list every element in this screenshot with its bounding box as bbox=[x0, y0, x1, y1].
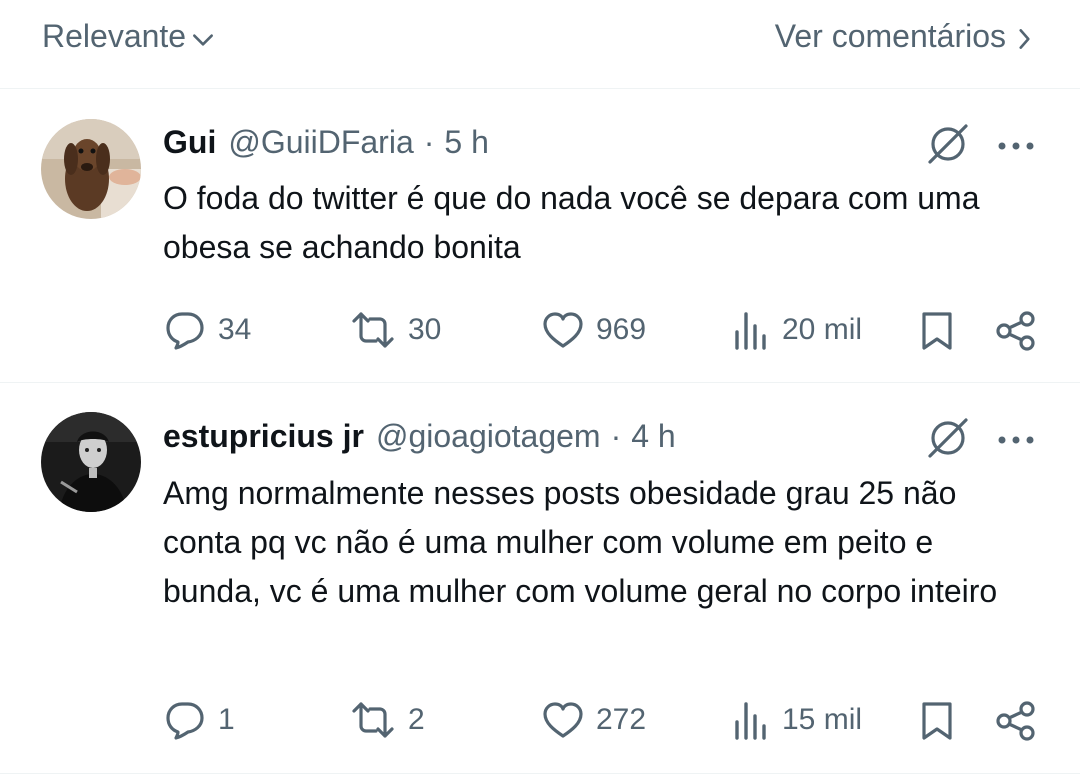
heart-icon bbox=[543, 702, 583, 738]
reply-icon bbox=[166, 702, 204, 740]
views-count: 20 mil bbox=[782, 313, 863, 346]
grok-icon[interactable] bbox=[926, 122, 970, 166]
user-handle[interactable]: @GuiiDFaria bbox=[228, 124, 413, 161]
separator: · bbox=[423, 124, 435, 160]
retweet-icon bbox=[352, 312, 394, 348]
views-count: 15 mil bbox=[782, 703, 863, 736]
tweet-header: Gui @GuiiDFaria · 5 h bbox=[163, 124, 489, 161]
see-comments-label: Ver comentários bbox=[774, 18, 1006, 54]
tweet-actions: 1 2 272 15 mil bbox=[0, 696, 1080, 746]
views-icon bbox=[735, 312, 766, 350]
reply-tweet[interactable]: Gui @GuiiDFaria · 5 h O foda do twitter … bbox=[0, 88, 1080, 383]
retweet-button[interactable]: 2 bbox=[350, 700, 425, 740]
tweet-text: Amg normalmente nesses posts obesidade g… bbox=[163, 475, 998, 609]
see-comments-link[interactable]: Ver comentários bbox=[775, 18, 1032, 55]
share-icon[interactable] bbox=[994, 700, 1038, 742]
bookmark-icon[interactable] bbox=[918, 310, 956, 352]
views-button[interactable]: 15 mil bbox=[732, 700, 862, 740]
sort-label: Relevante bbox=[42, 18, 187, 54]
user-handle[interactable]: @gioagiotagem bbox=[376, 418, 601, 455]
share-icon[interactable] bbox=[994, 310, 1038, 352]
more-icon[interactable] bbox=[996, 430, 1036, 450]
grok-icon[interactable] bbox=[926, 416, 970, 460]
avatar[interactable] bbox=[41, 412, 141, 512]
heart-icon bbox=[543, 312, 583, 348]
tweet-header: estupricius jr @gioagiotagem · 4 h bbox=[163, 418, 676, 455]
timestamp[interactable]: 4 h bbox=[631, 418, 675, 455]
tweet-actions: 34 30 969 20 mil bbox=[0, 304, 1080, 354]
avatar[interactable] bbox=[41, 119, 141, 219]
reply-button[interactable]: 34 bbox=[164, 310, 251, 350]
timestamp[interactable]: 5 h bbox=[444, 124, 488, 161]
retweet-count: 2 bbox=[408, 703, 425, 736]
display-name[interactable]: Gui bbox=[163, 124, 216, 161]
chevron-down-icon bbox=[193, 33, 214, 46]
like-button[interactable]: 969 bbox=[542, 310, 646, 350]
separator: · bbox=[610, 418, 622, 454]
views-icon bbox=[735, 702, 766, 740]
views-button[interactable]: 20 mil bbox=[732, 310, 862, 350]
retweet-count: 30 bbox=[408, 313, 442, 346]
reply-icon bbox=[166, 312, 204, 350]
tweet-text: O foda do twitter é que do nada você se … bbox=[163, 180, 980, 265]
retweet-icon bbox=[352, 702, 394, 738]
display-name[interactable]: estupricius jr bbox=[163, 418, 364, 455]
reply-button[interactable]: 1 bbox=[164, 700, 235, 740]
reply-count: 1 bbox=[218, 703, 235, 736]
reply-tweet[interactable]: estupricius jr @gioagiotagem · 4 h Amg n… bbox=[0, 382, 1080, 774]
chevron-right-icon bbox=[1019, 28, 1030, 49]
more-icon[interactable] bbox=[996, 136, 1036, 156]
like-count: 969 bbox=[596, 313, 647, 346]
sort-dropdown[interactable]: Relevante bbox=[42, 18, 216, 55]
reply-count: 34 bbox=[218, 313, 252, 346]
retweet-button[interactable]: 30 bbox=[350, 310, 441, 350]
like-count: 272 bbox=[596, 703, 647, 736]
bookmark-icon[interactable] bbox=[918, 700, 956, 742]
like-button[interactable]: 272 bbox=[542, 700, 646, 740]
replies-header: Relevante Ver comentários bbox=[0, 0, 1080, 89]
